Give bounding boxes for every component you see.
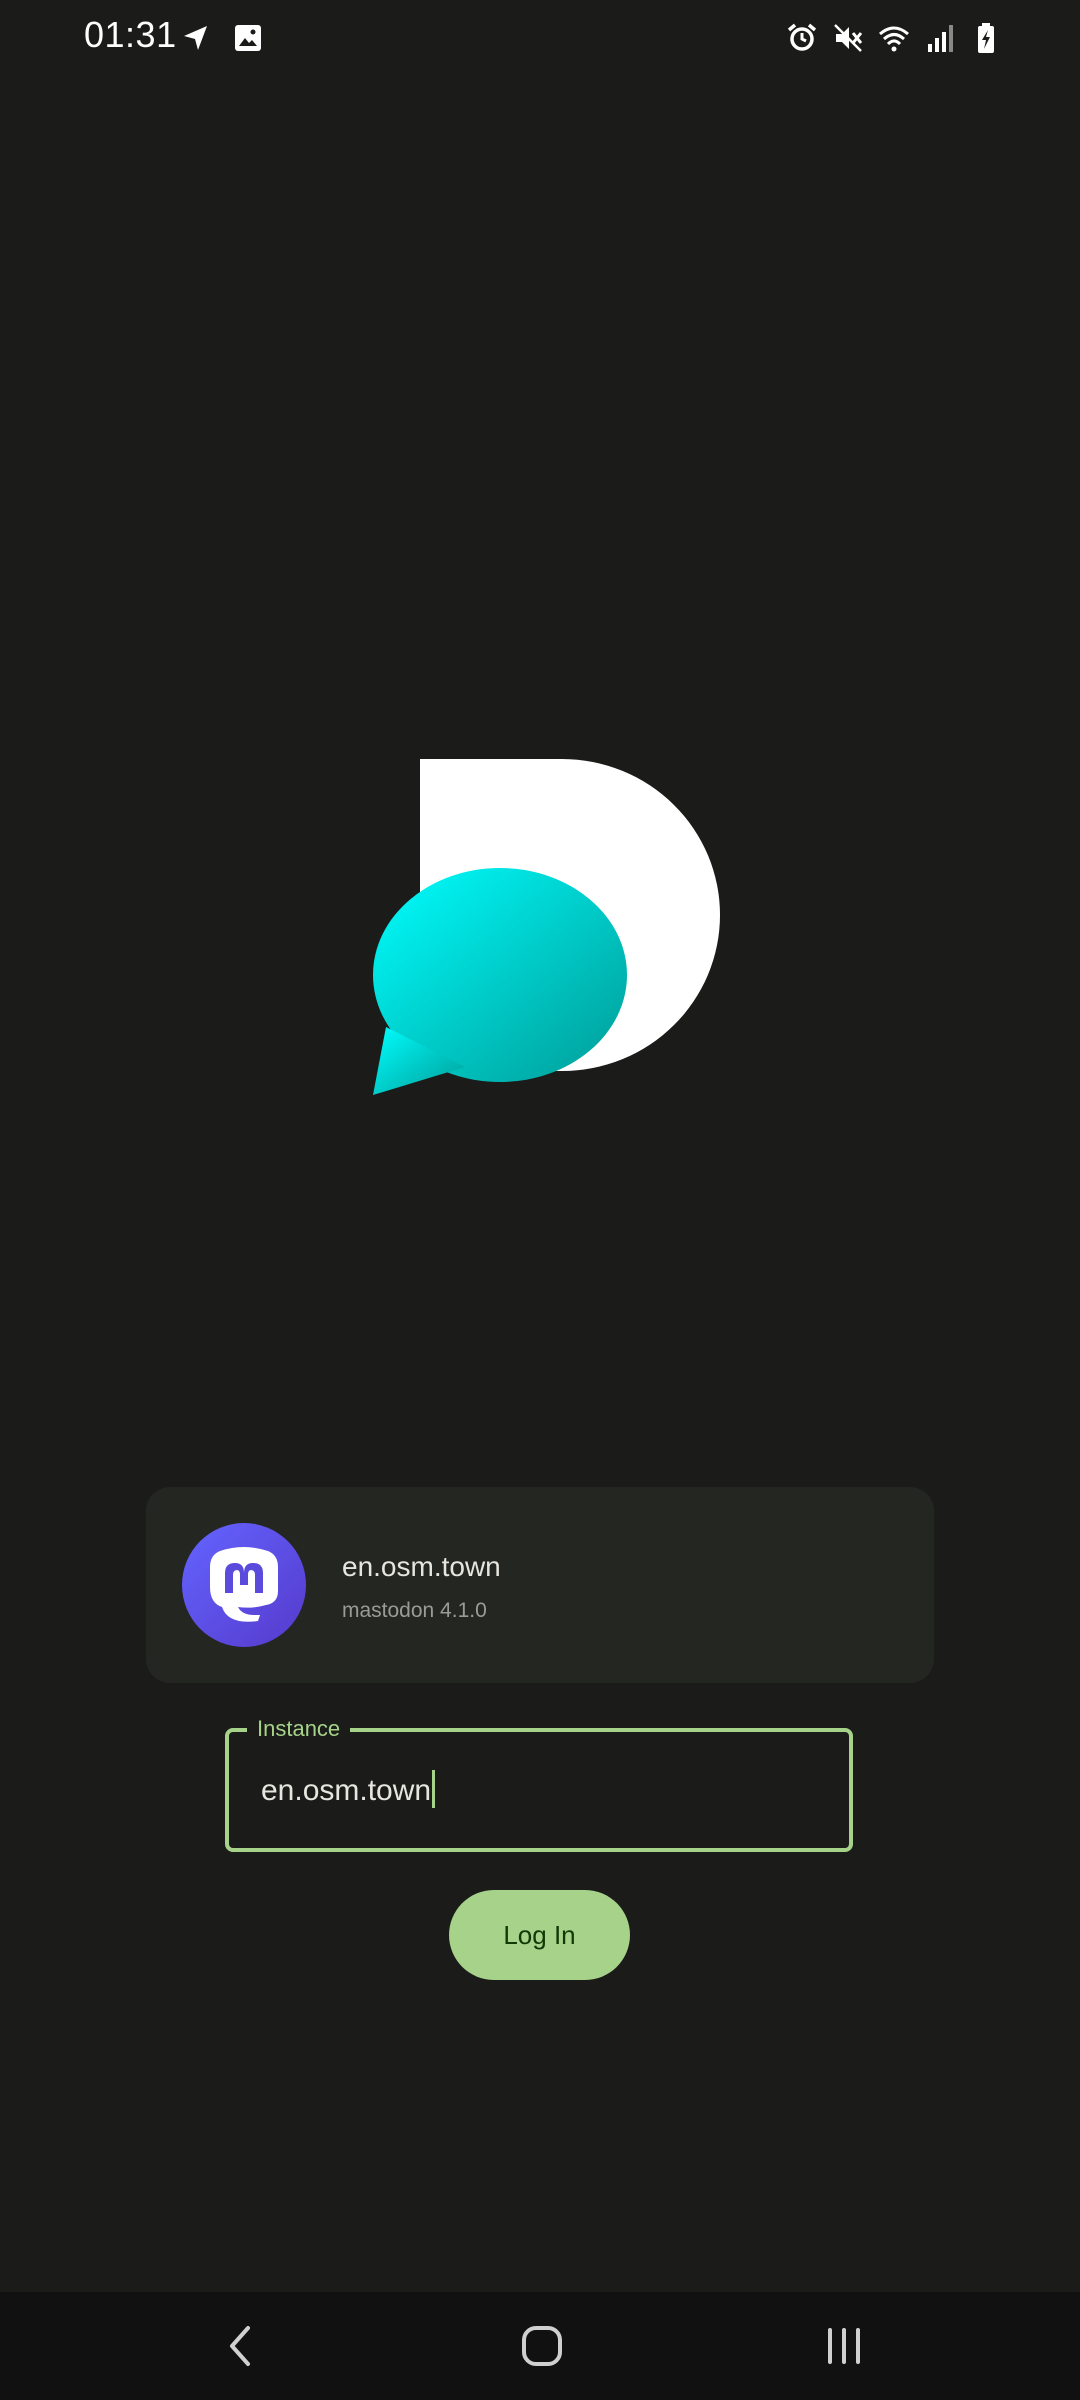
wifi-icon <box>878 22 910 54</box>
navigation-arrow-icon <box>180 22 212 54</box>
status-left-icons <box>180 22 264 54</box>
status-time: 01:31 <box>84 14 177 55</box>
instance-field-text: en.osm.town <box>261 1774 432 1807</box>
status-bar: 01:31 <box>0 0 1080 76</box>
login-button[interactable]: Log In <box>449 1890 630 1980</box>
text-caret <box>432 1770 436 1808</box>
status-right-icons <box>786 22 1002 54</box>
alarm-icon <box>786 22 818 54</box>
navigation-bar <box>0 2292 1080 2400</box>
signal-icon <box>924 22 956 54</box>
mastodon-logo-icon <box>182 1523 306 1647</box>
instance-field[interactable]: Instance en.osm.town <box>225 1714 853 1852</box>
instance-field-label: Instance <box>247 1714 351 1744</box>
instance-name: en.osm.town <box>342 1551 501 1582</box>
instance-card[interactable]: en.osm.town mastodon 4.1.0 <box>146 1487 934 1683</box>
instance-version: mastodon 4.1.0 <box>342 1599 487 1622</box>
back-icon[interactable] <box>210 2316 270 2376</box>
image-icon <box>232 22 264 54</box>
recents-icon[interactable] <box>814 2316 874 2376</box>
battery-charging-icon <box>970 22 1002 54</box>
instance-field-value[interactable]: en.osm.town <box>261 1770 436 1808</box>
login-screen: 01:31 en.osm.town mastodon 4.1.0 Instanc… <box>0 0 1080 2400</box>
mute-icon <box>832 22 864 54</box>
app-logo <box>370 757 720 1097</box>
home-icon[interactable] <box>512 2316 572 2376</box>
